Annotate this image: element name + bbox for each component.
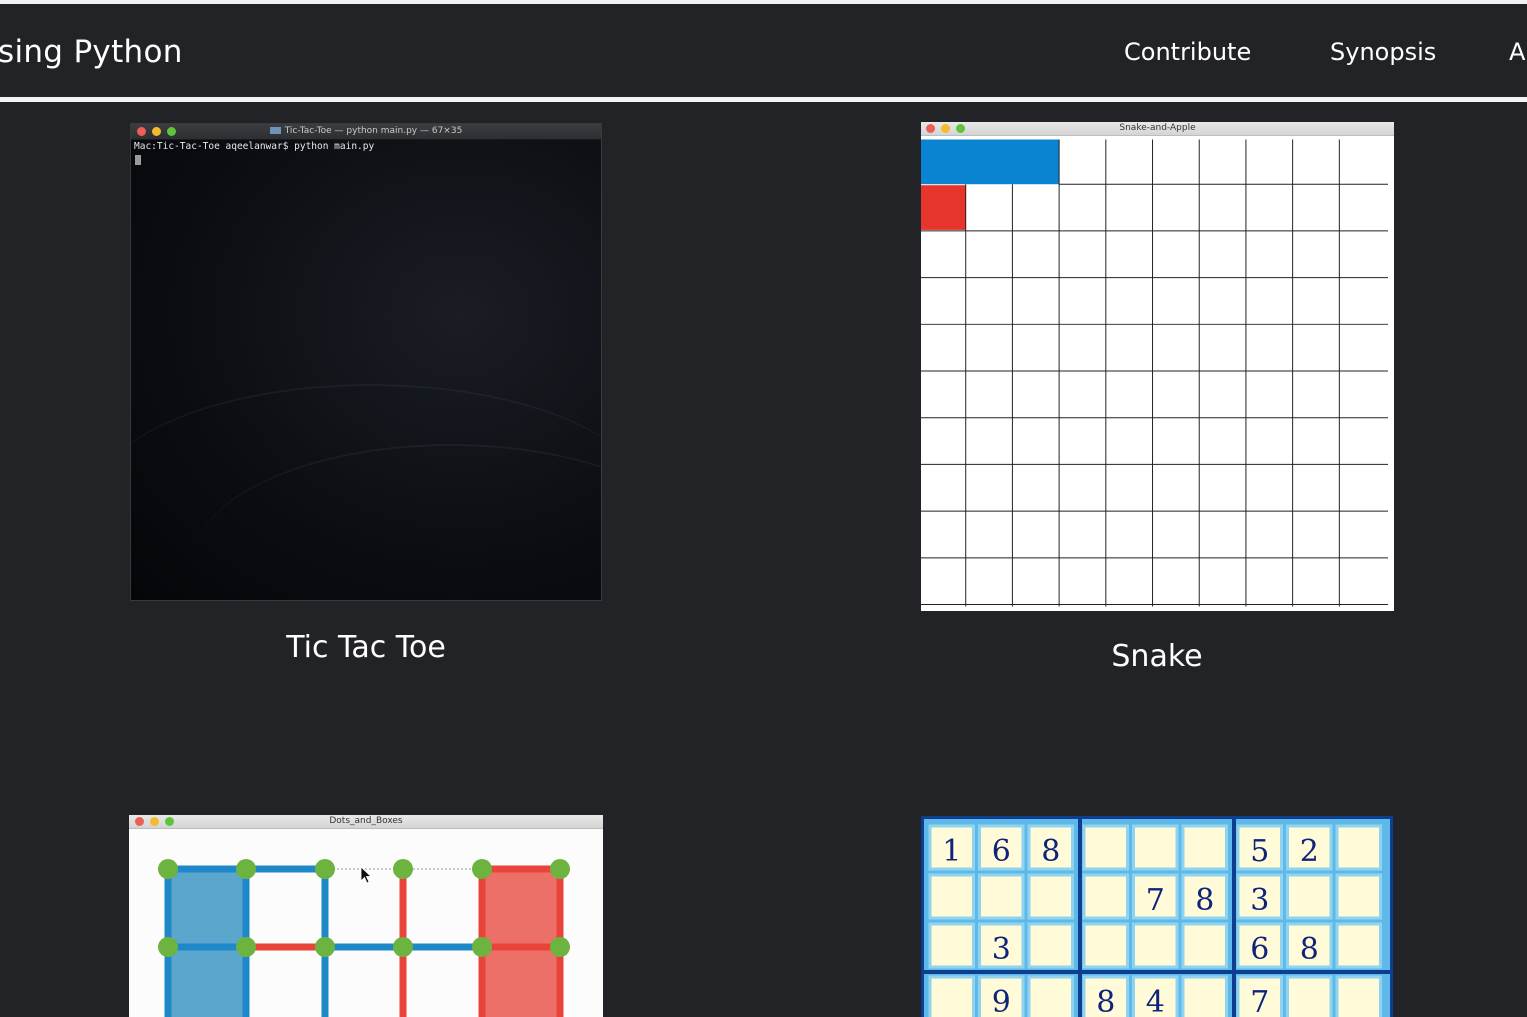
grid-dot [472,859,492,879]
sudoku-digit: 6 [1250,932,1269,967]
minimize-icon [941,124,950,133]
sudoku-cell [1082,824,1129,871]
sudoku-cell [1335,922,1382,969]
sudoku-digit: 4 [1146,985,1165,1017]
sudoku-digit: 7 [1250,985,1269,1017]
sudoku-digit: 8 [1300,932,1319,967]
sudoku-digit: 9 [992,985,1011,1017]
snake-screenshot[interactable]: Snake-and-Apple [921,122,1394,611]
apple [921,185,966,230]
zoom-icon [167,127,176,136]
page: sing Python Contribute Synopsis A Tic-Ta… [0,0,1527,1017]
site-title[interactable]: sing Python [0,34,183,70]
terminal-prompt: Mac:Tic-Tac-Toe aqeelanwar$ python main.… [134,141,375,152]
sudoku-cell [1082,922,1129,969]
snake-body [921,139,1060,185]
sudoku-cell [1181,922,1228,969]
box-separator [1232,818,1236,1017]
sudoku-digit: 7 [1146,883,1165,918]
folder-icon [269,127,281,134]
claimed-box-player2 [482,869,560,1017]
sudoku-board: 1 6 8 5 27 8 33 6 89 8 4 7 [921,816,1393,1017]
snake-titlebar: Snake-and-Apple [921,122,1394,136]
sudoku-digit: 5 [1250,834,1269,869]
nav-link-truncated[interactable]: A [1509,38,1525,66]
dots-board [158,859,570,1017]
zoom-icon [956,124,965,133]
tic-tac-toe-screenshot[interactable]: Tic-Tac-Toe — python main.py — 67×35 Mac… [130,123,602,601]
nav-link-contribute[interactable]: Contribute [1124,38,1251,66]
card-title-snake[interactable]: Snake [921,639,1393,674]
nav-link-synopsis[interactable]: Synopsis [1330,38,1436,66]
sudoku-cell [928,922,975,969]
grid-dot [315,859,335,879]
grid-dot [315,937,335,957]
grid-dot [393,937,413,957]
sudoku-screenshot[interactable]: 168527833689847 [921,816,1393,1017]
close-icon [926,124,935,133]
sudoku-cell [1027,922,1074,969]
sudoku-digit: 2 [1300,834,1319,869]
grid-dot [236,859,256,879]
sudoku-digit: 6 [992,834,1011,869]
navbar: sing Python Contribute Synopsis A [0,4,1527,98]
sudoku-cell [1132,922,1179,969]
terminal-titlebar: Tic-Tac-Toe — python main.py — 67×35 [131,124,601,140]
sudoku-digit: 3 [1250,883,1269,918]
sudoku-cell [1082,873,1129,920]
sudoku-digit: 1 [942,834,961,869]
snake-board [921,139,1389,607]
box-separator [923,970,1391,974]
sudoku-cell [1335,873,1382,920]
grid-dot [158,859,178,879]
sudoku-digit: 8 [1096,985,1115,1017]
sudoku-cell [1335,824,1382,871]
sudoku-cell [1181,975,1228,1017]
grid-dot [393,859,413,879]
sudoku-digit: 8 [1195,883,1214,918]
close-icon [137,127,146,136]
box-separator [1078,818,1082,1017]
grid-dot [550,859,570,879]
sudoku-cell [1132,824,1179,871]
navbar-divider [0,97,1527,102]
minimize-icon [152,127,161,136]
grid-dot [472,937,492,957]
grid-dot [550,937,570,957]
sudoku-cell [1335,975,1382,1017]
claimed-box-player1 [168,869,246,1017]
card-title-tic-tac-toe[interactable]: Tic Tac Toe [130,630,602,665]
sudoku-digit: 8 [1041,834,1060,869]
grid-dot [158,937,178,957]
snake-window-title: Snake-and-Apple [1119,123,1196,133]
terminal-title: Tic-Tac-Toe — python main.py — 67×35 [284,126,463,136]
sudoku-cell [1181,824,1228,871]
grid-dot [236,937,256,957]
sudoku-cell [1286,975,1333,1017]
sudoku-cell [1027,975,1074,1017]
sudoku-cell [978,873,1025,920]
sudoku-cell [928,975,975,1017]
terminal-cursor [135,155,141,165]
sudoku-cell [1286,873,1333,920]
sudoku-cell [928,873,975,920]
sudoku-cell [1027,873,1074,920]
sudoku-digit: 3 [992,932,1011,967]
dots-and-boxes-screenshot[interactable]: Dots_and_Boxes [129,815,603,1017]
